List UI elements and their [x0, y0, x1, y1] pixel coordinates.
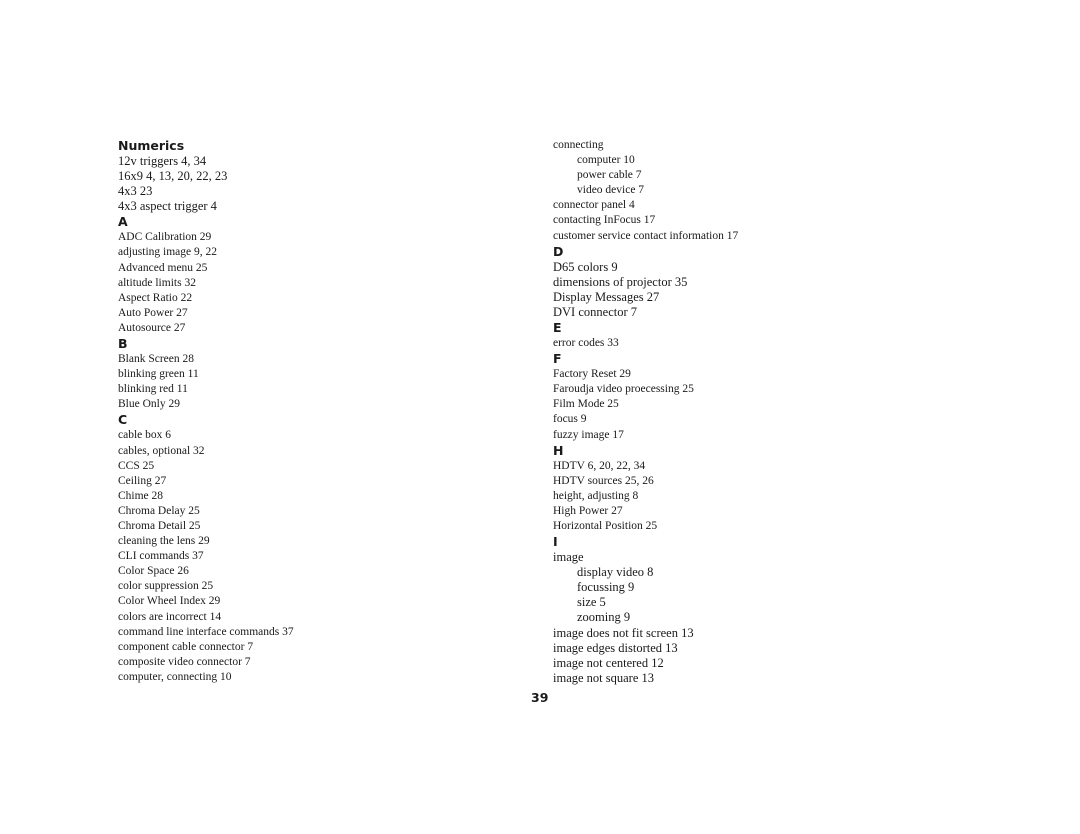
- index-entry: contacting InFocus 17: [553, 214, 656, 227]
- index-entry: image does not fit screen 13: [553, 625, 694, 640]
- letter-heading: F: [553, 351, 562, 367]
- index-entry: dimensions of projector 35: [553, 274, 688, 289]
- index-entry: Blue Only 29: [118, 398, 180, 411]
- index-entry: Film Mode 25: [553, 398, 619, 411]
- index-entry: adjusting image 9, 22: [118, 246, 218, 259]
- index-entry: image: [553, 550, 584, 565]
- letter-heading: B: [118, 336, 128, 352]
- index-entry: connecting: [553, 139, 604, 151]
- index-entry: composite video connector 7: [118, 655, 251, 668]
- index-entry: Autosource 27: [118, 321, 186, 334]
- index-entry: 16x9 4, 13, 20, 22, 23: [118, 169, 228, 184]
- index-entry: Factory Reset 29: [553, 368, 631, 381]
- index-entry: HDTV 6, 20, 22, 34: [553, 459, 646, 472]
- letter-heading: C: [118, 412, 128, 428]
- letter-heading: D: [553, 243, 564, 259]
- index-entry: cable box 6: [118, 429, 172, 442]
- index-entry: error codes 33: [553, 337, 619, 350]
- index-entry: focus 9: [553, 413, 587, 426]
- index-entry: ADC Calibration 29: [118, 231, 212, 244]
- letter-heading: E: [553, 320, 562, 336]
- index-entry: Faroudja video proecessing 25: [553, 383, 694, 396]
- index-entry: computer, connecting 10: [118, 670, 232, 683]
- section-header: Numerics: [118, 138, 185, 153]
- index-entry: HDTV sources 25, 26: [553, 474, 654, 487]
- index-entry: command line interface commands 37: [118, 625, 294, 638]
- index-entry: Chroma Detail 25: [118, 519, 201, 532]
- index-entry: cleaning the lens 29: [118, 535, 210, 548]
- letter-heading: I: [553, 534, 558, 550]
- index-entry: 12v triggers 4, 34: [118, 154, 207, 168]
- index-entry: Aspect Ratio 22: [118, 291, 193, 304]
- index-entry: Display Messages 27: [553, 289, 660, 304]
- index-entry: image edges distorted 13: [553, 640, 678, 655]
- index-entry: Advanced menu 25: [118, 261, 208, 274]
- index-entry: Chime 28: [118, 489, 164, 502]
- index-entry: Ceiling 27: [118, 474, 167, 487]
- index-entry: Color Space 26: [118, 565, 189, 578]
- letter-heading: A: [118, 214, 128, 230]
- index-subentry: zooming 9: [577, 610, 631, 625]
- letter-heading: H: [553, 442, 564, 458]
- index-subentry: computer 10: [577, 154, 635, 167]
- index-entry: blinking red 11: [118, 383, 188, 396]
- index-subentry: display video 8: [577, 565, 654, 580]
- index-entry: CLI commands 37: [118, 550, 204, 563]
- index-subentry: focussing 9: [577, 580, 635, 595]
- index-entry: fuzzy image 17: [553, 428, 624, 441]
- index-subentry: power cable 7: [577, 169, 642, 182]
- index-entry: altitude limits 32: [118, 276, 196, 289]
- index-entry: 4x3 23: [118, 184, 153, 199]
- page-number: 39: [531, 690, 549, 705]
- index-entry: customer service contact information 17: [553, 229, 739, 242]
- index-entry: 4x3 aspect trigger 4: [118, 199, 217, 214]
- index-entry: High Power 27: [553, 504, 623, 517]
- index-entry: CCS 25: [118, 459, 155, 472]
- index-entry: image not square 13: [553, 670, 655, 685]
- index-entry: Auto Power 27: [118, 306, 188, 319]
- index-subentry: size 5: [577, 595, 606, 610]
- index-entry: Horizontal Position 25: [553, 519, 658, 532]
- index-entry: blinking green 11: [118, 368, 199, 381]
- index-entry: image not centered 12: [553, 655, 664, 670]
- index-entry: cables, optional 32: [118, 444, 205, 457]
- index-entry: colors are incorrect 14: [118, 610, 222, 623]
- index-entry: component cable connector 7: [118, 640, 254, 653]
- index-entry: height, adjusting 8: [553, 489, 639, 502]
- index-entry: color suppression 25: [118, 580, 214, 593]
- index-entry: connector panel 4: [553, 199, 635, 212]
- index-entry: Color Wheel Index 29: [118, 595, 221, 608]
- index-entry: DVI connector 7: [553, 304, 637, 319]
- index-entry: Blank Screen 28: [118, 353, 195, 366]
- index-subentry: video device 7: [577, 184, 645, 197]
- index-entry: D65 colors 9: [553, 259, 618, 274]
- index-column-left: Numerics 12v triggers 4, 34 16x9 4, 13, 20…: [118, 138, 498, 685]
- index-entry: Chroma Delay 25: [118, 504, 200, 517]
- index-column-right: connecting computer 10 power cable 7 video …: [553, 138, 973, 686]
